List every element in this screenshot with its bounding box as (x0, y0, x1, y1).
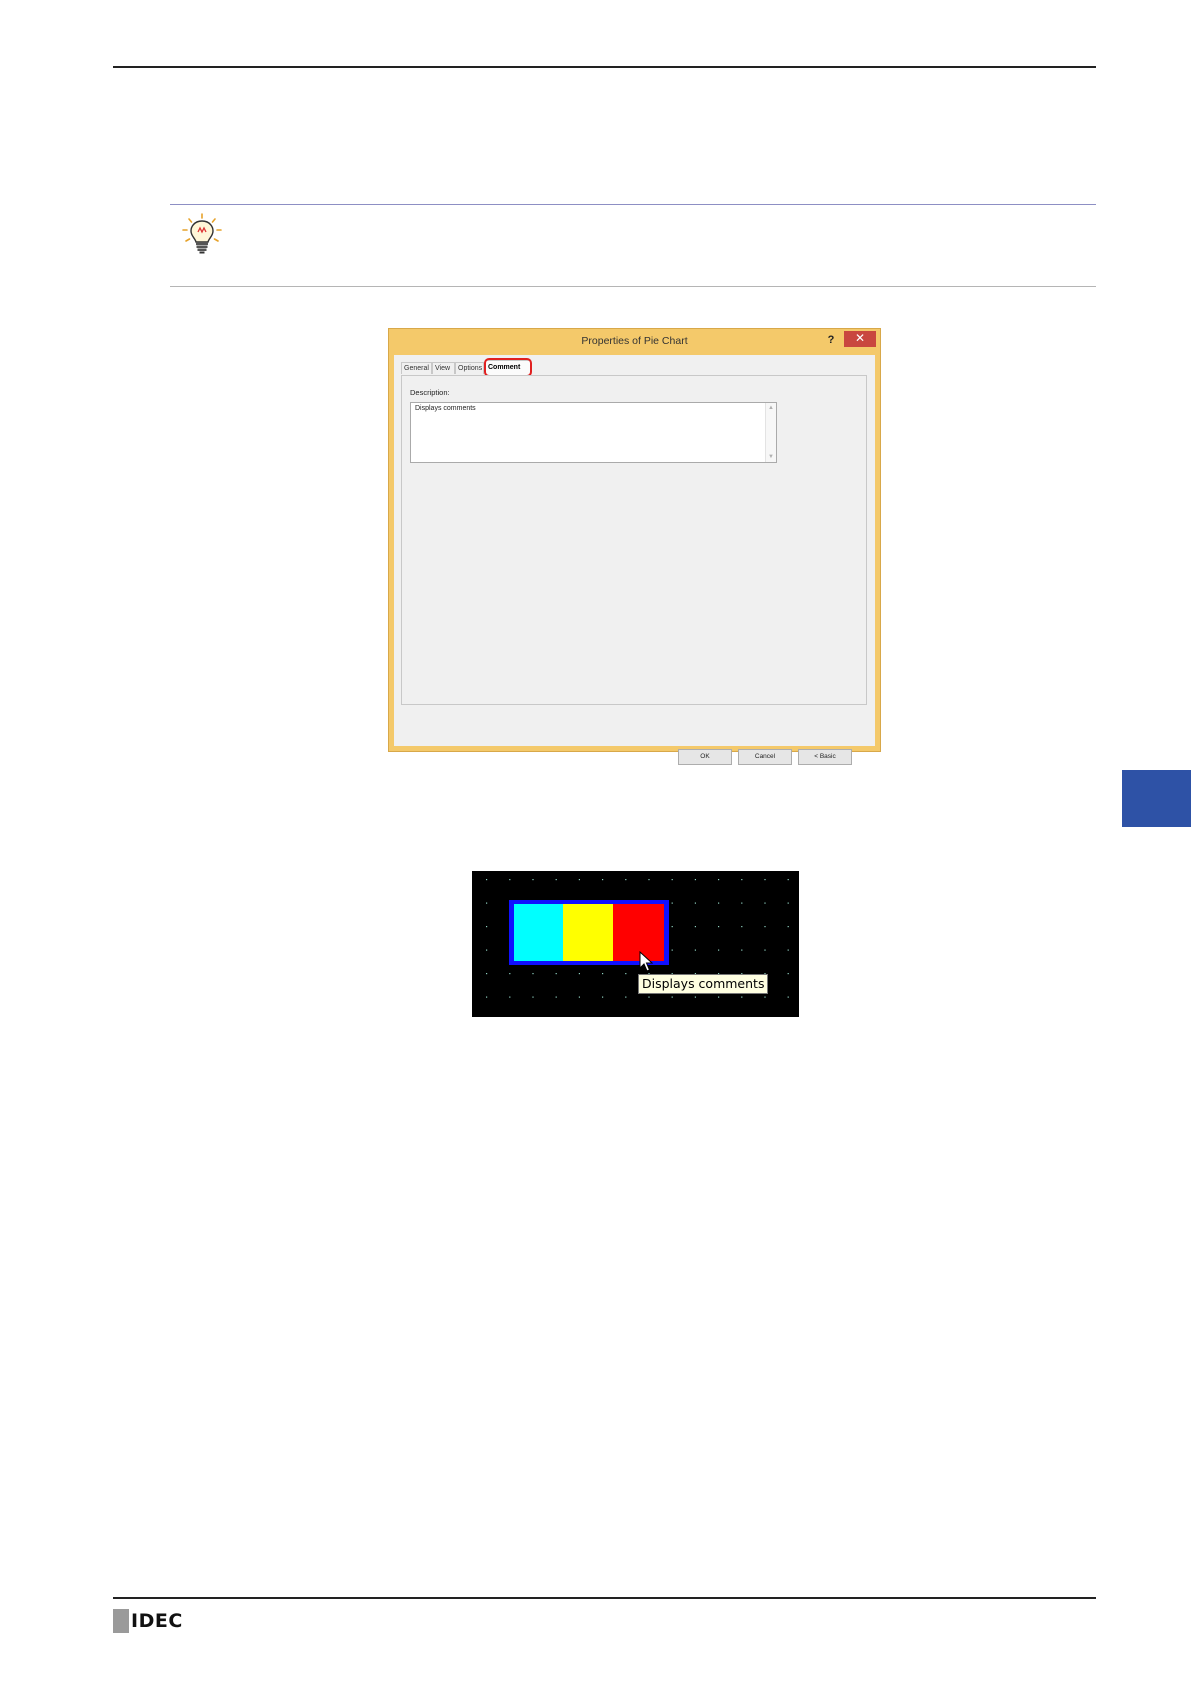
grid-dot (741, 949, 743, 951)
chart-segment-yellow (563, 904, 613, 961)
logo-mark (113, 1609, 129, 1633)
grid-dot (671, 879, 673, 881)
grid-dot (486, 973, 488, 975)
grid-dot (578, 879, 580, 881)
description-value: Displays comments (415, 405, 476, 412)
grid-dot (532, 996, 534, 998)
grid-dot (694, 902, 696, 904)
chapter-side-tab (1122, 770, 1191, 827)
grid-dot (625, 996, 627, 998)
grid-dot (625, 879, 627, 881)
dialog-title: Properties of Pie Chart (581, 335, 688, 347)
grid-dot (741, 902, 743, 904)
ok-button[interactable]: OK (678, 749, 732, 765)
help-button[interactable]: ? (824, 331, 838, 349)
chart-segment-cyan (514, 904, 563, 961)
tab-options[interactable]: Options (455, 362, 484, 374)
tip-rule-bottom (170, 286, 1096, 287)
dialog-body: General View Options Comment Description… (394, 355, 875, 765)
grid-dot (555, 996, 557, 998)
cursor-arrow-icon (639, 951, 653, 972)
grid-dot (671, 949, 673, 951)
cancel-button[interactable]: Cancel (738, 749, 792, 765)
grid-dot (602, 996, 604, 998)
lightbulb-icon (182, 213, 222, 254)
grid-dot (694, 926, 696, 928)
grid-dot (578, 973, 580, 975)
grid-dot (671, 996, 673, 998)
grid-dot (764, 926, 766, 928)
grid-dot (486, 879, 488, 881)
description-label: Description: (410, 388, 450, 397)
comment-tooltip: Displays comments (638, 974, 769, 994)
grid-dot (787, 926, 789, 928)
description-scrollbar[interactable]: ▲ ▼ (765, 403, 776, 462)
grid-dot (741, 996, 743, 998)
tab-panel-comment: Description: Displays comments ▲ ▼ (401, 375, 867, 705)
grid-dot (694, 949, 696, 951)
grid-dot (741, 879, 743, 881)
grid-dot (578, 996, 580, 998)
grid-dot (486, 949, 488, 951)
grid-dot (787, 949, 789, 951)
grid-dot (671, 902, 673, 904)
grid-dot (509, 879, 511, 881)
grid-dot (718, 949, 720, 951)
grid-dot (787, 879, 789, 881)
grid-dot (648, 996, 650, 998)
grid-dot (718, 996, 720, 998)
grid-dot (555, 973, 557, 975)
grid-dot (718, 902, 720, 904)
grid-dot (486, 996, 488, 998)
dialog-titlebar[interactable]: Properties of Pie Chart ? ✕ (389, 329, 880, 355)
grid-dot (486, 926, 488, 928)
grid-dot (602, 973, 604, 975)
screen-preview: Displays comments (472, 871, 799, 1017)
grid-dot (625, 973, 627, 975)
grid-dot (602, 879, 604, 881)
grid-dot (718, 926, 720, 928)
grid-dot (648, 879, 650, 881)
grid-dot (764, 879, 766, 881)
grid-dot (694, 996, 696, 998)
grid-dot (694, 879, 696, 881)
scroll-up-icon[interactable]: ▲ (767, 404, 775, 412)
grid-dot (787, 902, 789, 904)
description-textarea[interactable]: Displays comments ▲ ▼ (410, 402, 777, 463)
footer-rule (113, 1597, 1096, 1599)
grid-dot (532, 879, 534, 881)
grid-dot (532, 973, 534, 975)
grid-dot (764, 949, 766, 951)
close-button[interactable]: ✕ (844, 331, 876, 347)
grid-dot (671, 926, 673, 928)
grid-dot (555, 879, 557, 881)
grid-dot (764, 902, 766, 904)
grid-dot (486, 902, 488, 904)
logo-text: IDEC (131, 1610, 183, 1632)
grid-dot (741, 926, 743, 928)
properties-dialog: Properties of Pie Chart ? ✕ General View… (388, 328, 881, 765)
tab-view[interactable]: View (432, 362, 455, 374)
tab-general[interactable]: General (401, 362, 432, 374)
grid-dot (509, 996, 511, 998)
scroll-down-icon[interactable]: ▼ (767, 453, 775, 461)
grid-dot (764, 996, 766, 998)
close-icon: ✕ (854, 331, 866, 345)
grid-dot (718, 879, 720, 881)
basic-button[interactable]: < Basic (798, 749, 852, 765)
grid-dot (787, 973, 789, 975)
grid-dot (787, 996, 789, 998)
grid-dot (509, 973, 511, 975)
tip-rule-top (170, 204, 1096, 205)
header-rule (113, 66, 1096, 68)
